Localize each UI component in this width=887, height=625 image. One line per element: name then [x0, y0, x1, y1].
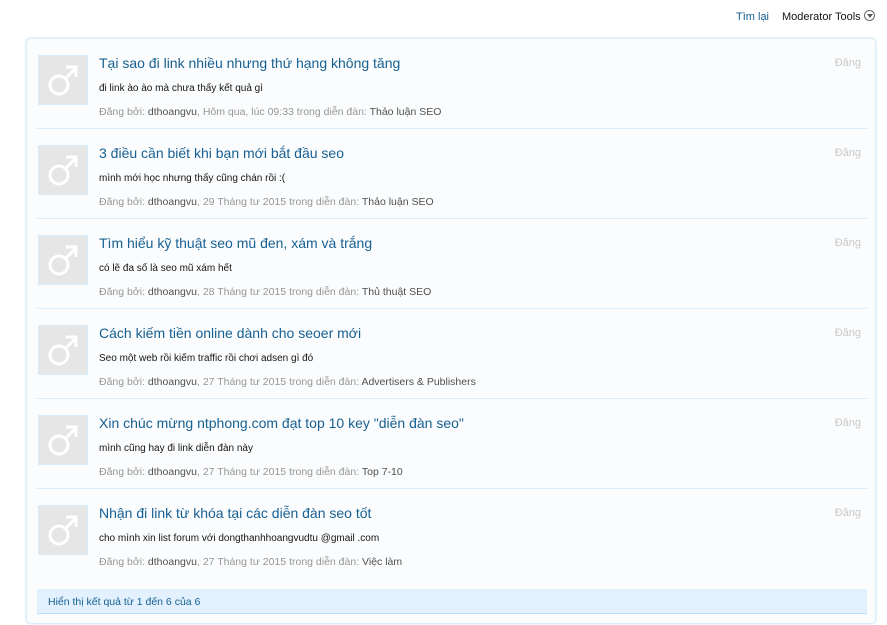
result-meta: Đăng bởi: dthoangvu, 28 Tháng tư 2015 tr…: [99, 286, 432, 298]
search-result-item: Xin chúc mừng ntphong.com đạt top 10 key…: [37, 399, 867, 489]
result-meta: Đăng bởi: dthoangvu, 27 Tháng tư 2015 tr…: [99, 466, 403, 478]
posted-by-label: Đăng bởi:: [99, 286, 145, 298]
chevron-down-icon[interactable]: [864, 10, 875, 21]
result-title-link[interactable]: 3 điều cần biết khi bạn mới bắt đầu seo: [99, 145, 344, 161]
avatar[interactable]: [38, 235, 88, 285]
in-forum-label: trong diễn đàn:: [289, 286, 360, 298]
posted-by-label: Đăng bởi:: [99, 466, 145, 478]
search-result-item: Tại sao đi link nhiều nhưng thứ hạng khô…: [37, 39, 867, 129]
avatar[interactable]: [38, 325, 88, 375]
result-meta: Đăng bởi: dthoangvu, 27 Tháng tư 2015 tr…: [99, 556, 403, 568]
male-avatar-icon: [48, 65, 78, 96]
post-date: Hôm qua, lúc 09:33: [202, 106, 294, 118]
result-snippet: mình cũng hay đi link diễn đàn này: [99, 443, 253, 454]
top-bar: Tìm lại Moderator Tools: [0, 0, 887, 34]
forum-link[interactable]: Thảo luận SEO: [370, 106, 442, 118]
result-meta: Đăng bởi: dthoangvu, Hôm qua, lúc 09:33 …: [99, 106, 442, 118]
author-link[interactable]: dthoangvu: [148, 466, 197, 478]
search-result-item: Cách kiếm tiền online dành cho seoer mới…: [37, 309, 867, 399]
posted-by-label: Đăng bởi:: [99, 196, 145, 208]
result-title-link[interactable]: Tìm hiểu kỹ thuật seo mũ đen, xám và trắ…: [99, 235, 372, 251]
search-result-item: Nhận đi link từ khóa tại các diễn đàn se…: [37, 489, 867, 579]
result-title-link[interactable]: Tại sao đi link nhiều nhưng thứ hạng khô…: [99, 55, 400, 71]
author-link[interactable]: dthoangvu: [148, 106, 197, 118]
forum-link[interactable]: Việc làm: [362, 556, 402, 568]
results-summary-text: Hiển thị kết quả từ 1 đến 6 của 6: [48, 596, 201, 608]
result-meta: Đăng bởi: dthoangvu, 27 Tháng tư 2015 tr…: [99, 376, 476, 388]
search-result-item: 3 điều cần biết khi bạn mới bắt đầu seo …: [37, 129, 867, 219]
post-date: 27 Tháng tư 2015: [202, 466, 287, 478]
in-forum-label: trong diễn đàn:: [289, 376, 360, 388]
avatar[interactable]: [38, 415, 88, 465]
result-snippet: cho mình xin list forum với dongthanhhoa…: [99, 533, 380, 544]
forum-link[interactable]: Thủ thuật SEO: [362, 286, 431, 298]
content-type-label: Đăng: [834, 327, 861, 339]
post-date: 28 Tháng tư 2015: [202, 286, 287, 298]
male-avatar-icon: [48, 335, 78, 366]
content-type-label: Đăng: [834, 57, 861, 69]
forum-link[interactable]: Advertisers & Publishers: [361, 376, 475, 388]
male-avatar-icon: [48, 245, 78, 276]
in-forum-label: trong diễn đàn:: [296, 106, 367, 118]
in-forum-label: trong diễn đàn:: [289, 556, 360, 568]
author-link[interactable]: dthoangvu: [148, 376, 197, 388]
moderator-tools-link[interactable]: Moderator Tools: [782, 11, 861, 23]
content-type-label: Đăng: [834, 507, 861, 519]
avatar[interactable]: [38, 505, 88, 555]
author-link[interactable]: dthoangvu: [148, 196, 197, 208]
author-link[interactable]: dthoangvu: [148, 286, 197, 298]
post-date: 29 Tháng tư 2015: [202, 196, 287, 208]
result-snippet: đi link ào ào mà chưa thấy kết quả gì: [99, 83, 264, 94]
result-title-link[interactable]: Xin chúc mừng ntphong.com đạt top 10 key…: [99, 415, 464, 431]
result-snippet: Seo một web rồi kiếm traffic rồi chơi ad…: [99, 353, 314, 364]
results-summary-bar: Hiển thị kết quả từ 1 đến 6 của 6: [37, 589, 867, 614]
content-type-label: Đăng: [834, 417, 861, 429]
posted-by-label: Đăng bởi:: [99, 556, 145, 568]
post-date: 27 Tháng tư 2015: [202, 376, 287, 388]
forum-link[interactable]: Top 7-10: [362, 466, 403, 478]
male-avatar-icon: [48, 155, 78, 186]
result-snippet: mình mới học nhưng thấy cũng chán rồi :(: [99, 173, 286, 184]
in-forum-label: trong diễn đàn:: [289, 196, 360, 208]
posted-by-label: Đăng bởi:: [99, 376, 145, 388]
author-link[interactable]: dthoangvu: [148, 556, 197, 568]
post-date: 27 Tháng tư 2015: [202, 556, 287, 568]
posted-by-label: Đăng bởi:: [99, 106, 145, 118]
in-forum-label: trong diễn đàn:: [289, 466, 360, 478]
result-snippet: có lẽ đa số là seo mũ xám hết: [99, 263, 232, 274]
result-meta: Đăng bởi: dthoangvu, 29 Tháng tư 2015 tr…: [99, 196, 434, 208]
avatar[interactable]: [38, 145, 88, 195]
search-results-panel: Tại sao đi link nhiều nhưng thứ hạng khô…: [26, 38, 876, 624]
male-avatar-icon: [48, 515, 78, 546]
content-type-label: Đăng: [834, 237, 861, 249]
avatar[interactable]: [38, 55, 88, 105]
male-avatar-icon: [48, 425, 78, 456]
search-again-link[interactable]: Tìm lại: [736, 11, 769, 23]
result-title-link[interactable]: Cách kiếm tiền online dành cho seoer mới: [99, 325, 361, 341]
result-title-link[interactable]: Nhận đi link từ khóa tại các diễn đàn se…: [99, 505, 371, 521]
forum-link[interactable]: Thảo luận SEO: [362, 196, 434, 208]
content-type-label: Đăng: [834, 147, 861, 159]
search-result-item: Tìm hiểu kỹ thuật seo mũ đen, xám và trắ…: [37, 219, 867, 309]
